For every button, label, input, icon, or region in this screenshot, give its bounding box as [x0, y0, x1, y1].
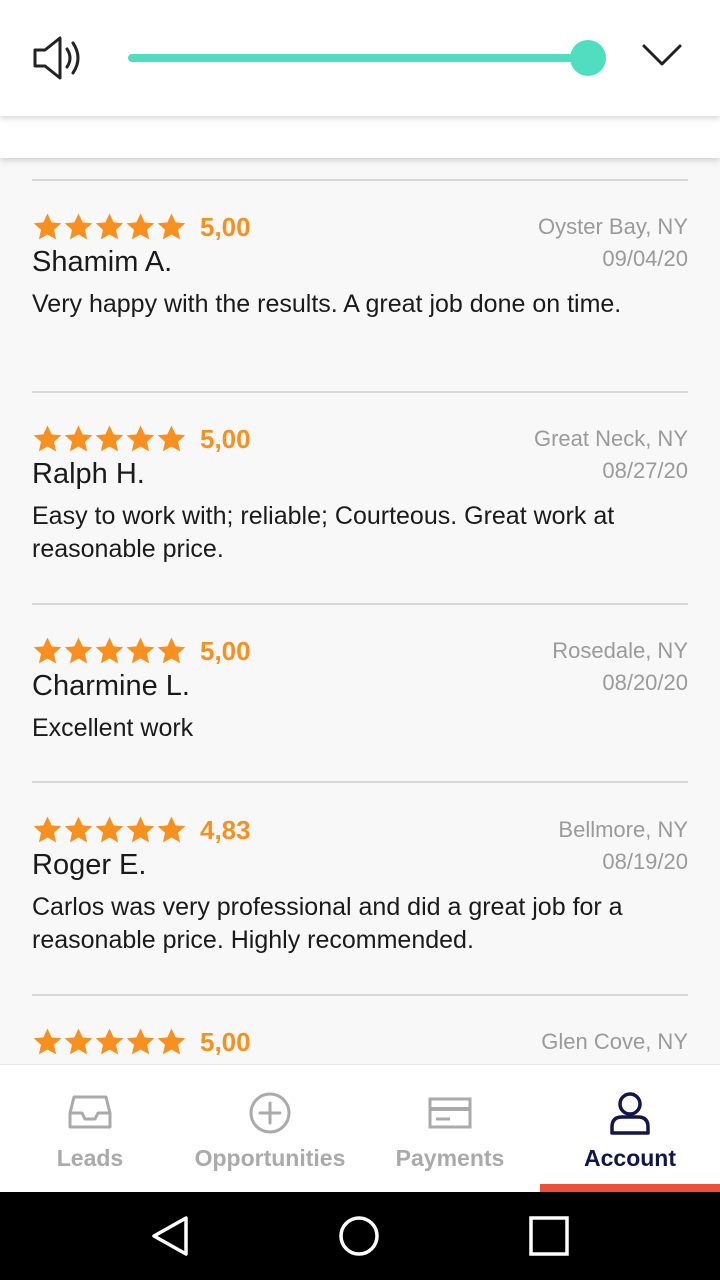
- rating-value: 5,00: [200, 1027, 251, 1057]
- star-icon: [33, 213, 62, 239]
- star-icon: [157, 1028, 186, 1054]
- star-icon: [126, 816, 155, 842]
- active-tab-indicator: [540, 1184, 720, 1192]
- review-text: Carlos was very professional and did a g…: [32, 893, 623, 954]
- star-icon: [126, 1028, 155, 1054]
- review-text: Excellent work: [32, 714, 194, 742]
- review-date: 08/19/20: [602, 849, 688, 874]
- reviews-list[interactable]: 5,00 Oyster Bay, NY Shamim A. 09/04/20 V…: [0, 158, 720, 1064]
- tab-label: Leads: [56, 1145, 124, 1171]
- tab-label: Opportunities: [194, 1145, 346, 1171]
- star-rating: [32, 422, 187, 456]
- recents-icon[interactable]: [528, 1215, 570, 1257]
- tab-label: Account: [584, 1145, 676, 1171]
- star-rating: [32, 813, 187, 847]
- star-icon: [64, 637, 93, 663]
- star-icon: [95, 425, 124, 451]
- review-location: Glen Cove, NY: [541, 1029, 688, 1054]
- volume-panel: [0, 0, 720, 116]
- user-icon: [610, 1092, 650, 1135]
- star-icon: [157, 213, 186, 239]
- star-icon: [64, 213, 93, 239]
- star-icon: [157, 637, 186, 663]
- reviewer-name: Charmine L.: [32, 670, 190, 702]
- star-icon: [33, 425, 62, 451]
- rating-value: 5,00: [200, 424, 251, 454]
- system-nav-bar: [0, 1192, 720, 1280]
- home-icon[interactable]: [337, 1214, 381, 1258]
- review-date: 08/27/20: [602, 458, 688, 483]
- review-date: 08/20/20: [602, 670, 688, 695]
- star-icon: [33, 637, 62, 663]
- divider: [32, 391, 688, 393]
- star-icon: [126, 425, 155, 451]
- star-icon: [157, 816, 186, 842]
- star-icon: [95, 637, 124, 663]
- speaker-icon[interactable]: [30, 34, 86, 82]
- star-rating: [32, 210, 187, 244]
- back-icon[interactable]: [150, 1214, 192, 1258]
- review-location: Rosedale, NY: [552, 638, 688, 663]
- tab-label: Payments: [395, 1145, 505, 1171]
- star-icon: [95, 1028, 124, 1054]
- reviewer-name: Roger E.: [32, 849, 147, 881]
- rating-value: 5,00: [200, 636, 251, 666]
- tab-payments[interactable]: Payments: [360, 1065, 540, 1193]
- divider: [32, 994, 688, 996]
- chevron-down-icon[interactable]: [640, 40, 684, 70]
- star-icon: [33, 1028, 62, 1054]
- reviewer-name: Ralph H.: [32, 458, 145, 490]
- review-location: Bellmore, NY: [558, 817, 688, 842]
- tab-leads[interactable]: Leads: [0, 1065, 180, 1193]
- inbox-icon: [68, 1095, 112, 1129]
- review-location: Great Neck, NY: [533, 426, 688, 451]
- volume-slider-track[interactable]: [128, 54, 590, 62]
- plus-circle-icon: [249, 1092, 291, 1134]
- reviewer-name: Shamim A.: [32, 246, 173, 278]
- rating-value: 4,83: [200, 815, 251, 845]
- star-rating: [32, 634, 187, 668]
- review-text: Very happy with the results. A great job…: [32, 290, 622, 318]
- rating-value: 5,00: [200, 212, 251, 242]
- volume-slider-thumb[interactable]: [570, 40, 606, 76]
- star-icon: [157, 425, 186, 451]
- review-location: Oyster Bay, NY: [538, 214, 688, 239]
- star-icon: [33, 816, 62, 842]
- star-rating: [32, 1025, 187, 1059]
- divider: [32, 781, 688, 783]
- header-sheet: [0, 116, 720, 158]
- star-icon: [95, 816, 124, 842]
- star-icon: [126, 637, 155, 663]
- review-text: Easy to work with; reliable; Courteous. …: [32, 502, 615, 563]
- review-date: 09/04/20: [602, 246, 688, 271]
- credit-card-icon: [428, 1097, 472, 1129]
- tab-account[interactable]: Account: [540, 1065, 720, 1193]
- star-icon: [64, 425, 93, 451]
- star-icon: [95, 213, 124, 239]
- tab-opportunities[interactable]: Opportunities: [180, 1065, 360, 1193]
- star-icon: [64, 816, 93, 842]
- star-icon: [64, 1028, 93, 1054]
- divider: [32, 603, 688, 605]
- star-icon: [126, 213, 155, 239]
- divider: [32, 179, 688, 181]
- bottom-tab-bar: Leads Opportunities Payments Account: [0, 1064, 720, 1193]
